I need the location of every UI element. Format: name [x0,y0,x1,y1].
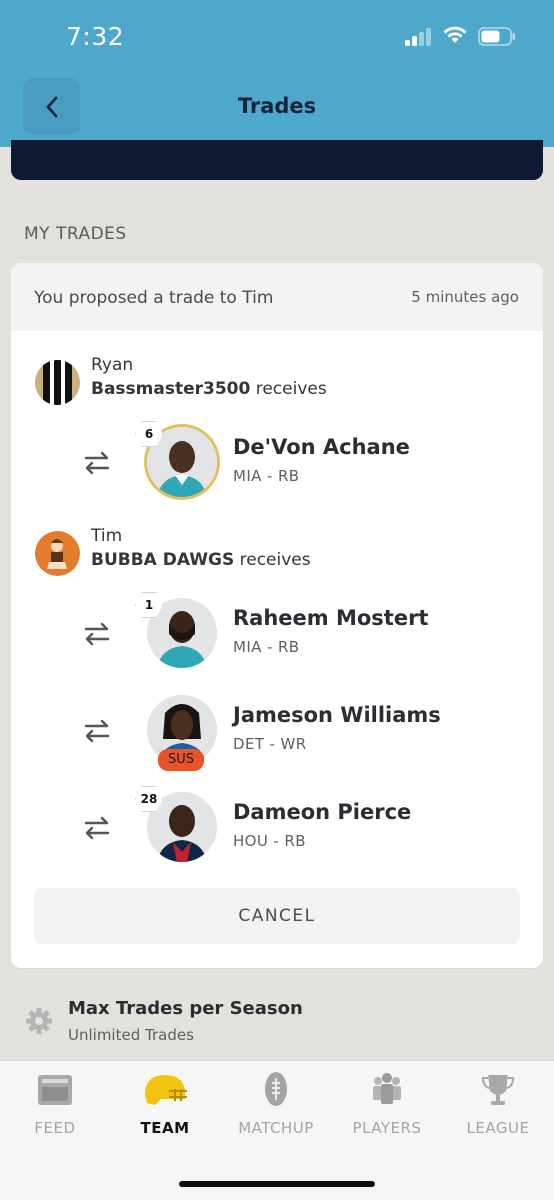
swap-arrows-icon [84,451,110,475]
swap-arrows-icon [84,719,110,743]
tab-players[interactable]: PLAYERS [332,1061,442,1151]
tab-label: MATCHUP [238,1119,314,1137]
tab-label: FEED [34,1119,76,1137]
status-time: 7:32 [66,22,125,51]
team-name: BUBBA DAWGS [91,550,235,570]
status-bar: 7:32 [0,0,554,70]
trade-title: You proposed a trade to Tim [34,288,274,308]
section-label: MY TRADES [24,224,127,244]
swap-arrows-icon [84,816,110,840]
tab-feed[interactable]: FEED [0,1061,110,1151]
max-trades-setting: Max Trades per Season Unlimited Trades [0,990,554,1058]
player-name: Raheem Mostert [233,606,429,630]
feed-icon [38,1075,72,1105]
players-icon [373,1073,401,1104]
tab-team[interactable]: TEAM [110,1061,220,1151]
receives-word: receives [239,550,311,570]
team-receives-label: Bassmaster3500 receives [91,379,327,399]
trade-card: You proposed a trade to Tim 5 minutes ag… [11,263,543,968]
cancel-trade-button[interactable]: CANCEL [34,888,520,944]
tab-matchup[interactable]: MATCHUP [221,1061,331,1151]
receives-word: receives [255,379,327,399]
trade-timestamp: 5 minutes ago [411,288,519,306]
team-name: Bassmaster3500 [91,379,251,399]
suspended-badge: SUS [158,749,204,771]
helmet-icon [145,1075,187,1105]
app-header: 7:32 Trades [0,0,554,147]
team-owner-name: Tim [91,526,123,546]
home-indicator[interactable] [179,1181,375,1187]
trade-card-header: You proposed a trade to Tim 5 minutes ag… [11,263,543,331]
player-row[interactable]: SUS Jameson Williams DET - WR [11,693,543,773]
header-banner-strip [11,140,543,180]
player-position: MIA - RB [233,638,300,656]
player-name: De'Von Achane [233,435,410,459]
team-avatar-tim [35,531,80,576]
team-row-ryan: Ryan Bassmaster3500 receives [35,355,515,411]
tab-label: TEAM [140,1119,190,1137]
wifi-icon [443,26,467,43]
setting-title: Max Trades per Season [68,998,303,1019]
bottom-tab-bar: FEED TEAM MATCHUP PLAYERS LEAGUE [0,1060,554,1200]
team-row-tim: Tim BUBBA DAWGS receives [35,526,515,582]
player-position: MIA - RB [233,467,300,485]
team-owner-name: Ryan [91,355,134,375]
page-title: Trades [237,94,317,118]
football-icon [265,1072,287,1106]
player-position: HOU - RB [233,832,306,850]
swap-arrows-icon [84,622,110,646]
battery-icon [478,27,515,46]
player-position: DET - WR [233,735,307,753]
tab-league[interactable]: LEAGUE [443,1061,553,1151]
trophy-icon [481,1075,515,1105]
team-avatar-ryan [35,360,80,405]
player-name: Jameson Williams [233,703,441,727]
cellular-signal-icon [405,28,433,46]
gear-icon [26,1008,52,1034]
tab-label: LEAGUE [466,1119,530,1137]
player-row[interactable]: 28 Dameon Pierce HOU - RB [11,786,543,870]
setting-value: Unlimited Trades [68,1026,194,1044]
tab-label: PLAYERS [352,1119,422,1137]
player-row[interactable]: 6 De'Von Achane MIA - RB [11,421,543,505]
player-row[interactable]: 1 Raheem Mostert MIA - RB [11,592,543,676]
team-receives-label: BUBBA DAWGS receives [91,550,311,570]
player-name: Dameon Pierce [233,800,412,824]
